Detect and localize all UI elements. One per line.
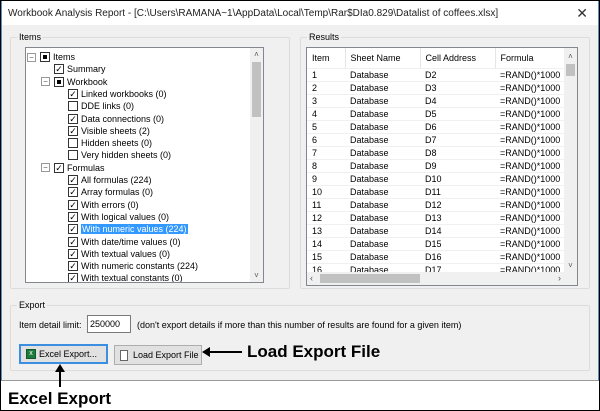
load-export-file-annotation: Load Export File bbox=[247, 342, 381, 361]
excel-export-annotation: Excel Export bbox=[8, 389, 111, 408]
